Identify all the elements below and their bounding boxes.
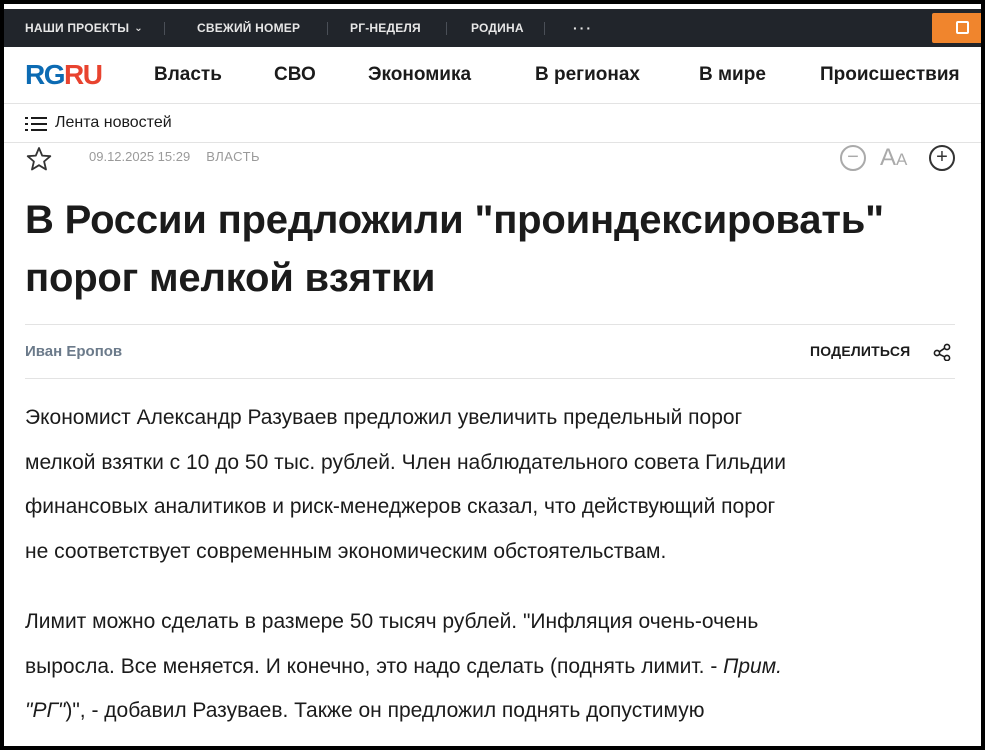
projects-label: НАШИ ПРОЕКТЫ xyxy=(25,21,130,35)
chevron-down-icon: ⌄ xyxy=(134,23,143,34)
article-datetime: 09.12.2025 15:29 xyxy=(89,149,191,164)
news-feed-bar[interactable]: Лента новостей xyxy=(4,103,981,143)
share-icon[interactable] xyxy=(932,343,952,361)
subscribe-button[interactable] xyxy=(932,13,981,43)
font-size-control: − AA + xyxy=(840,144,955,174)
divider xyxy=(164,22,165,35)
article-paragraph: Экономист Александр Разуваев предложил у… xyxy=(25,406,786,563)
nav-item-world[interactable]: В мире xyxy=(699,47,766,103)
increase-font-icon[interactable]: + xyxy=(929,145,955,171)
rgru-logo[interactable]: RGRU xyxy=(25,59,103,91)
divider xyxy=(327,22,328,35)
divider xyxy=(25,324,955,325)
news-feed-label: Лента новостей xyxy=(55,114,172,131)
projects-dropdown[interactable]: НАШИ ПРОЕКТЫ ⌄ xyxy=(25,9,143,47)
divider xyxy=(25,378,955,379)
decrease-font-icon[interactable]: − xyxy=(840,145,866,171)
article-title: В России предложили "проиндексировать" по… xyxy=(25,198,884,300)
fresh-issue-link[interactable]: СВЕЖИЙ НОМЕР xyxy=(197,9,300,47)
share-button[interactable]: ПОДЕЛИТЬСЯ xyxy=(810,343,910,359)
font-size-label: AA xyxy=(880,144,908,171)
more-projects-button[interactable]: ··· xyxy=(573,9,593,47)
newspaper-icon xyxy=(956,21,969,34)
logo-ru: RU xyxy=(64,59,103,90)
article-author[interactable]: Иван Еропов xyxy=(25,343,122,360)
article-rubric[interactable]: ВЛАСТЬ xyxy=(206,149,260,164)
list-icon xyxy=(25,117,47,132)
browser-viewport: НАШИ ПРОЕКТЫ ⌄ СВЕЖИЙ НОМЕР РГ-НЕДЕЛЯ РОД… xyxy=(4,4,981,746)
article-meta: 09.12.2025 15:29 ВЛАСТЬ xyxy=(89,149,260,164)
nav-item-regions[interactable]: В регионах xyxy=(535,47,640,103)
top-projects-bar: НАШИ ПРОЕКТЫ ⌄ СВЕЖИЙ НОМЕР РГ-НЕДЕЛЯ РОД… xyxy=(4,9,981,47)
divider xyxy=(544,22,545,35)
article-paragraph: Лимит можно сделать в размере 50 тысяч р… xyxy=(25,610,782,722)
nav-item-vlast[interactable]: Власть xyxy=(154,47,222,103)
rg-week-link[interactable]: РГ-НЕДЕЛЯ xyxy=(350,9,421,47)
nav-item-economy[interactable]: Экономика xyxy=(368,47,471,103)
nav-item-svo[interactable]: СВО xyxy=(274,47,316,103)
rodina-link[interactable]: РОДИНА xyxy=(471,9,524,47)
divider xyxy=(446,22,447,35)
nav-item-incidents[interactable]: Происшествия xyxy=(820,47,960,103)
main-navigation: RGRU Власть СВО Экономика В регионах В м… xyxy=(4,47,981,103)
logo-rg: RG xyxy=(25,59,66,90)
star-bookmark-icon[interactable] xyxy=(26,146,52,172)
